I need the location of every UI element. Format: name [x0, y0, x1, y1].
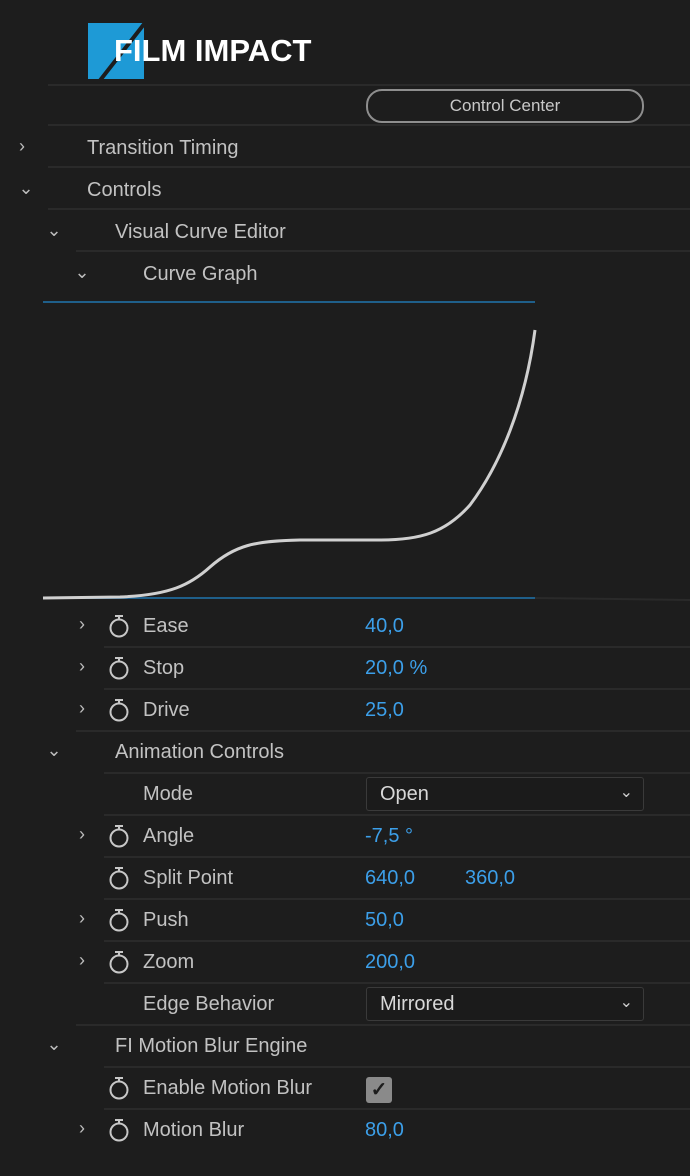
- section-motion-blur-engine: ⌄ FI Motion Blur Engine: [0, 1026, 690, 1068]
- film-impact-logo: FILM IMPACT: [88, 22, 311, 80]
- param-value[interactable]: 40,0: [365, 615, 404, 638]
- stopwatch-icon[interactable]: [108, 1076, 130, 1100]
- chevron-right-icon[interactable]: ›: [74, 908, 90, 929]
- stopwatch-icon[interactable]: [108, 824, 130, 848]
- chevron-down-icon: ⌄: [619, 784, 633, 801]
- chevron-right-icon[interactable]: ›: [74, 614, 90, 635]
- param-zoom: › Zoom 200,0: [0, 942, 690, 984]
- chevron-down-icon[interactable]: ⌄: [46, 1034, 62, 1055]
- chevron-down-icon[interactable]: ⌄: [74, 262, 90, 283]
- stopwatch-icon[interactable]: [108, 698, 130, 722]
- param-label: Zoom: [143, 951, 195, 973]
- param-value[interactable]: 25,0: [365, 699, 404, 722]
- chevron-right-icon[interactable]: ›: [74, 656, 90, 677]
- chevron-down-icon[interactable]: ⌄: [18, 178, 34, 199]
- section-visual-curve-editor[interactable]: ⌄ Visual Curve Editor: [0, 212, 690, 254]
- param-label: Angle: [143, 825, 195, 847]
- stopwatch-icon[interactable]: [108, 908, 130, 932]
- param-ease: › Ease 40,0: [0, 606, 690, 648]
- param-angle: › Angle -7,5 °: [0, 816, 690, 858]
- param-value[interactable]: 50,0: [365, 909, 404, 932]
- stopwatch-icon[interactable]: [108, 866, 130, 890]
- stopwatch-icon[interactable]: [108, 950, 130, 974]
- ease-curve: [42, 329, 537, 600]
- chevron-down-icon: ⌄: [619, 994, 633, 1011]
- curve-graph[interactable]: [0, 295, 690, 605]
- param-label: Ease: [143, 615, 189, 637]
- param-value[interactable]: 80,0: [365, 1119, 404, 1142]
- param-label: Stop: [143, 657, 185, 679]
- param-mode: Mode Open ⌄: [0, 774, 690, 816]
- chevron-right-icon[interactable]: ›: [14, 136, 30, 157]
- stopwatch-icon[interactable]: [108, 656, 130, 680]
- param-value-y[interactable]: 360,0: [465, 867, 515, 890]
- section-curve-graph[interactable]: ⌄ Curve Graph: [0, 254, 690, 296]
- section-animation-controls: ⌄ Animation Controls: [0, 732, 690, 774]
- param-stop: › Stop 20,0 %: [0, 648, 690, 690]
- param-label: Motion Blur: [143, 1119, 245, 1141]
- param-value[interactable]: 200,0: [365, 951, 415, 974]
- section-controls[interactable]: ⌄ Controls: [0, 170, 690, 212]
- dropdown-select[interactable]: Open ⌄: [366, 777, 644, 811]
- param-label: Enable Motion Blur: [143, 1077, 312, 1099]
- param-enable-motion-blur: Enable Motion Blur ✓: [0, 1068, 690, 1110]
- param-value[interactable]: 640,0: [365, 867, 415, 890]
- chevron-down-icon[interactable]: ⌄: [46, 740, 62, 761]
- param-edge-behavior: Edge Behavior Mirrored ⌄: [0, 984, 690, 1026]
- section-transition-timing[interactable]: › Transition Timing: [0, 128, 690, 170]
- stopwatch-icon[interactable]: [108, 1118, 130, 1142]
- stopwatch-icon[interactable]: [108, 614, 130, 638]
- param-label: Push: [143, 909, 189, 931]
- param-label: Mode: [143, 783, 194, 805]
- param-label: Drive: [143, 699, 190, 721]
- param-value[interactable]: -7,5 °: [365, 825, 413, 848]
- chevron-right-icon[interactable]: ›: [74, 824, 90, 845]
- param-motion-blur: › Motion Blur 80,0: [0, 1110, 690, 1152]
- chevron-right-icon[interactable]: ›: [74, 698, 90, 719]
- dropdown-select[interactable]: Mirrored ⌄: [366, 987, 644, 1021]
- chevron-right-icon[interactable]: ›: [74, 1118, 90, 1139]
- chevron-right-icon[interactable]: ›: [74, 950, 90, 971]
- param-label: FI Motion Blur Engine: [115, 1035, 308, 1057]
- param-label: Edge Behavior: [143, 993, 275, 1015]
- chevron-down-icon[interactable]: ⌄: [46, 220, 62, 241]
- param-split-point: Split Point 640,0 360,0: [0, 858, 690, 900]
- param-value[interactable]: 20,0 %: [365, 657, 427, 680]
- checkbox[interactable]: ✓: [366, 1077, 392, 1103]
- param-label: Split Point: [143, 867, 234, 889]
- param-drive: › Drive 25,0: [0, 690, 690, 732]
- param-push: › Push 50,0: [0, 900, 690, 942]
- param-label: Animation Controls: [115, 741, 284, 763]
- control-center-button[interactable]: Control Center: [366, 89, 644, 123]
